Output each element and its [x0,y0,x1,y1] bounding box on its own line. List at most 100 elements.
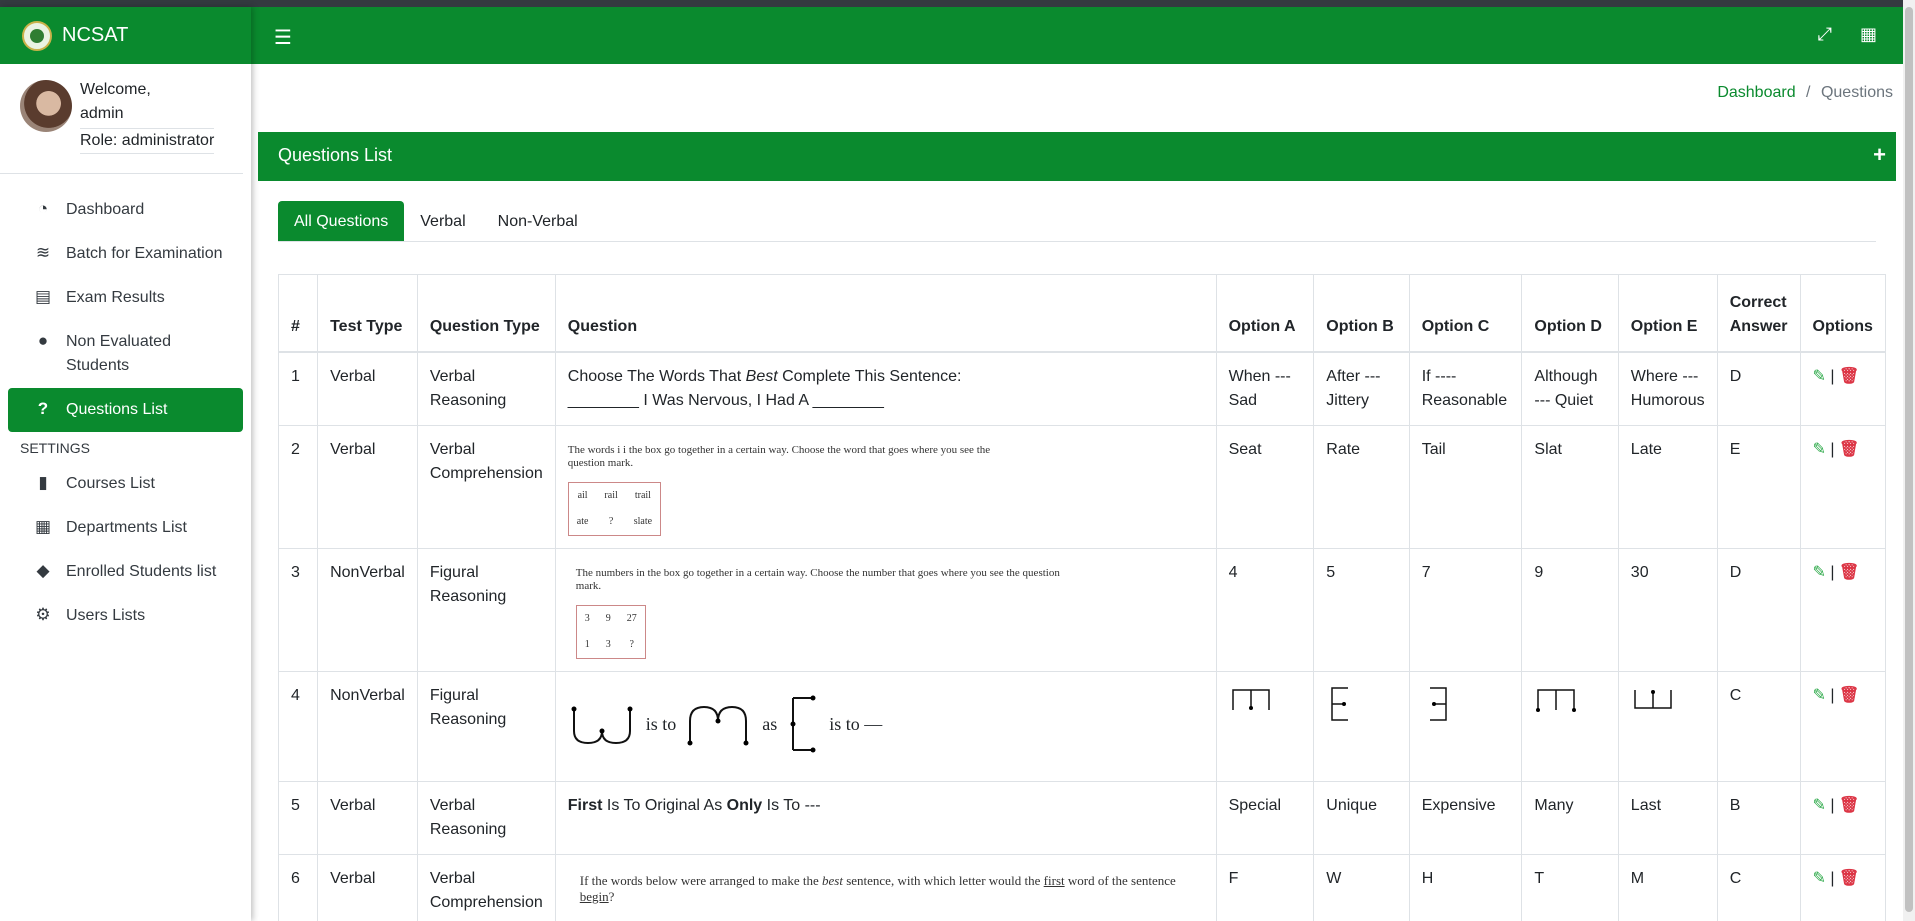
column-header[interactable]: Option C [1408,274,1523,353]
tab-non-verbal[interactable]: Non-Verbal [482,201,594,241]
cell-question: The words i i the box go together in a c… [554,424,1217,549]
avatar[interactable] [20,80,72,132]
sidebar-item-label: Users Lists [66,607,146,624]
cell-test-type: NonVerbal [317,547,418,672]
delete-icon[interactable]: 🗑 [1839,441,1859,458]
cell-test-type: Verbal [317,424,418,549]
grid-cell: ? [608,515,614,527]
tab-verbal[interactable]: Verbal [404,201,481,241]
cell-actions: ✎ | 🗑 [1799,424,1886,549]
sidebar-item-dashboard[interactable]: ◔ Dashboard [8,188,243,232]
cell-actions: ✎ | 🗑 [1799,547,1886,672]
sidebar-item-courses[interactable]: ▮ Courses List [8,462,243,506]
cell-question-type: Figural Reasoning [416,670,556,782]
grid-cell: 9 [605,612,611,624]
cell-option-b: After --- Jittery [1313,351,1410,426]
top-strip [0,0,1915,7]
cell-option-e: M [1617,853,1718,921]
question-text: ________ I Was Nervous, I Had A ________ [567,391,884,409]
hamburger-icon[interactable]: ☰ [274,25,292,50]
sidebar-item-users[interactable]: ⚙ Users Lists [8,594,243,638]
grid-cell: trail [634,489,651,501]
breadcrumb-dashboard[interactable]: Dashboard [1717,84,1795,101]
top-navbar: ☰ ⤢ ▦ [251,7,1903,64]
column-header[interactable]: Option A [1215,274,1315,353]
settings-header: SETTINGS [20,440,91,456]
option-b-figure [1331,686,1349,721]
grid-layout-icon[interactable]: ▦ [1860,24,1877,45]
column-header[interactable]: Option B [1313,274,1410,353]
edit-icon[interactable]: ✎ [1813,797,1826,814]
question-image: If the words below were arranged to make… [568,867,1204,921]
sidebar-item-questions[interactable]: ? Questions List [8,388,243,432]
brand[interactable]: NCSAT [0,7,251,64]
table-row: 1 Verbal Verbal Reasoning Choose The Wor… [278,351,1886,426]
scrollbar-thumb[interactable] [1905,7,1913,912]
tachometer-icon: ◔ [37,199,49,218]
scrollbar[interactable] [1903,0,1915,921]
cell-num: 2 [278,424,319,549]
cell-correct-answer: D [1716,351,1801,426]
cell-option-e: Late [1617,424,1718,549]
cell-actions: ✎ | 🗑 [1799,780,1886,855]
delete-icon[interactable]: 🗑 [1839,368,1859,385]
e-shape-figure [790,695,816,752]
column-header[interactable]: Option D [1521,274,1619,353]
cell-option-d: 9 [1521,547,1619,672]
column-header[interactable]: Test Type [317,274,418,353]
sidebar-item-departments[interactable]: ▦ Departments List [8,506,243,550]
cell-test-type: Verbal [317,351,418,426]
delete-icon[interactable]: 🗑 [1839,797,1859,814]
m-shape-figure [687,705,749,745]
grid-cell: 3 [605,638,611,650]
question-grid: ail rail trail ate? slate [567,481,662,536]
edit-icon[interactable]: ✎ [1813,564,1826,581]
question-tabs: All Questions Verbal Non-Verbal [278,201,1876,242]
fullscreen-icon[interactable]: ⤢ [1818,24,1832,45]
column-header[interactable]: Question [554,274,1217,353]
cell-test-type: NonVerbal [317,670,418,782]
cell-option-b: Unique [1313,780,1410,855]
sidebar-item-label: Questions List [66,401,168,418]
delete-icon[interactable]: 🗑 [1839,870,1859,887]
tab-all-questions[interactable]: All Questions [278,201,405,241]
column-header[interactable]: Question Type [416,274,556,353]
cell-question: If the words below were arranged to make… [554,853,1217,921]
edit-icon[interactable]: ✎ [1813,368,1826,385]
column-header[interactable]: Options [1799,274,1886,353]
cell-option-a: 4 [1215,547,1315,672]
cell-option-c: 7 [1408,547,1523,672]
cell-correct-answer: B [1716,780,1801,855]
delete-icon[interactable]: 🗑 [1839,564,1859,581]
edit-icon[interactable]: ✎ [1813,441,1826,458]
edit-icon[interactable]: ✎ [1813,687,1826,704]
sidebar-item-enrolled[interactable]: ◆ Enrolled Students list [8,550,243,594]
questions-table-wrapper[interactable]: # Test Type Question Type Question Optio… [278,274,1886,921]
question-grid: 3 9 27 1 3? [575,604,646,659]
add-icon[interactable]: + [1873,142,1886,168]
sidebar-nav: ◔ Dashboard ≋ Batch for Examination ▤ Ex… [0,174,251,638]
cell-option-e: Where --- Humorous [1617,351,1718,426]
sidebar: NCSAT Welcome, admin Role: administrator… [0,7,251,921]
cell-correct-answer: D [1716,547,1801,672]
table-row: 4 NonVerbal Figural Reasoning is to as i… [278,670,1886,782]
layers-icon: ≋ [35,243,51,262]
sidebar-item-label: Enrolled Students list [66,563,217,580]
edit-icon[interactable]: ✎ [1813,870,1826,887]
grid-cell: ? [629,638,634,650]
column-header[interactable]: Option E [1617,274,1718,353]
grid-cell: 27 [626,612,637,624]
sidebar-item-label: Batch for Examination [66,245,223,262]
cell-num: 3 [278,547,319,672]
user-icon: ● [37,331,49,350]
cell-option-d: Many [1521,780,1619,855]
cell-question-type: Verbal Comprehension [416,424,556,549]
column-header[interactable]: Correct Answer [1716,274,1801,353]
grid-cell: rail [604,489,618,501]
column-header[interactable]: # [278,274,319,353]
sidebar-item-non-evaluated[interactable]: ● Non Evaluated Students [8,320,243,388]
question-text: Choose The Words That [567,367,746,385]
sidebar-item-exam-results[interactable]: ▤ Exam Results [8,276,243,320]
sidebar-item-batch[interactable]: ≋ Batch for Examination [8,232,243,276]
delete-icon[interactable]: 🗑 [1839,687,1859,704]
